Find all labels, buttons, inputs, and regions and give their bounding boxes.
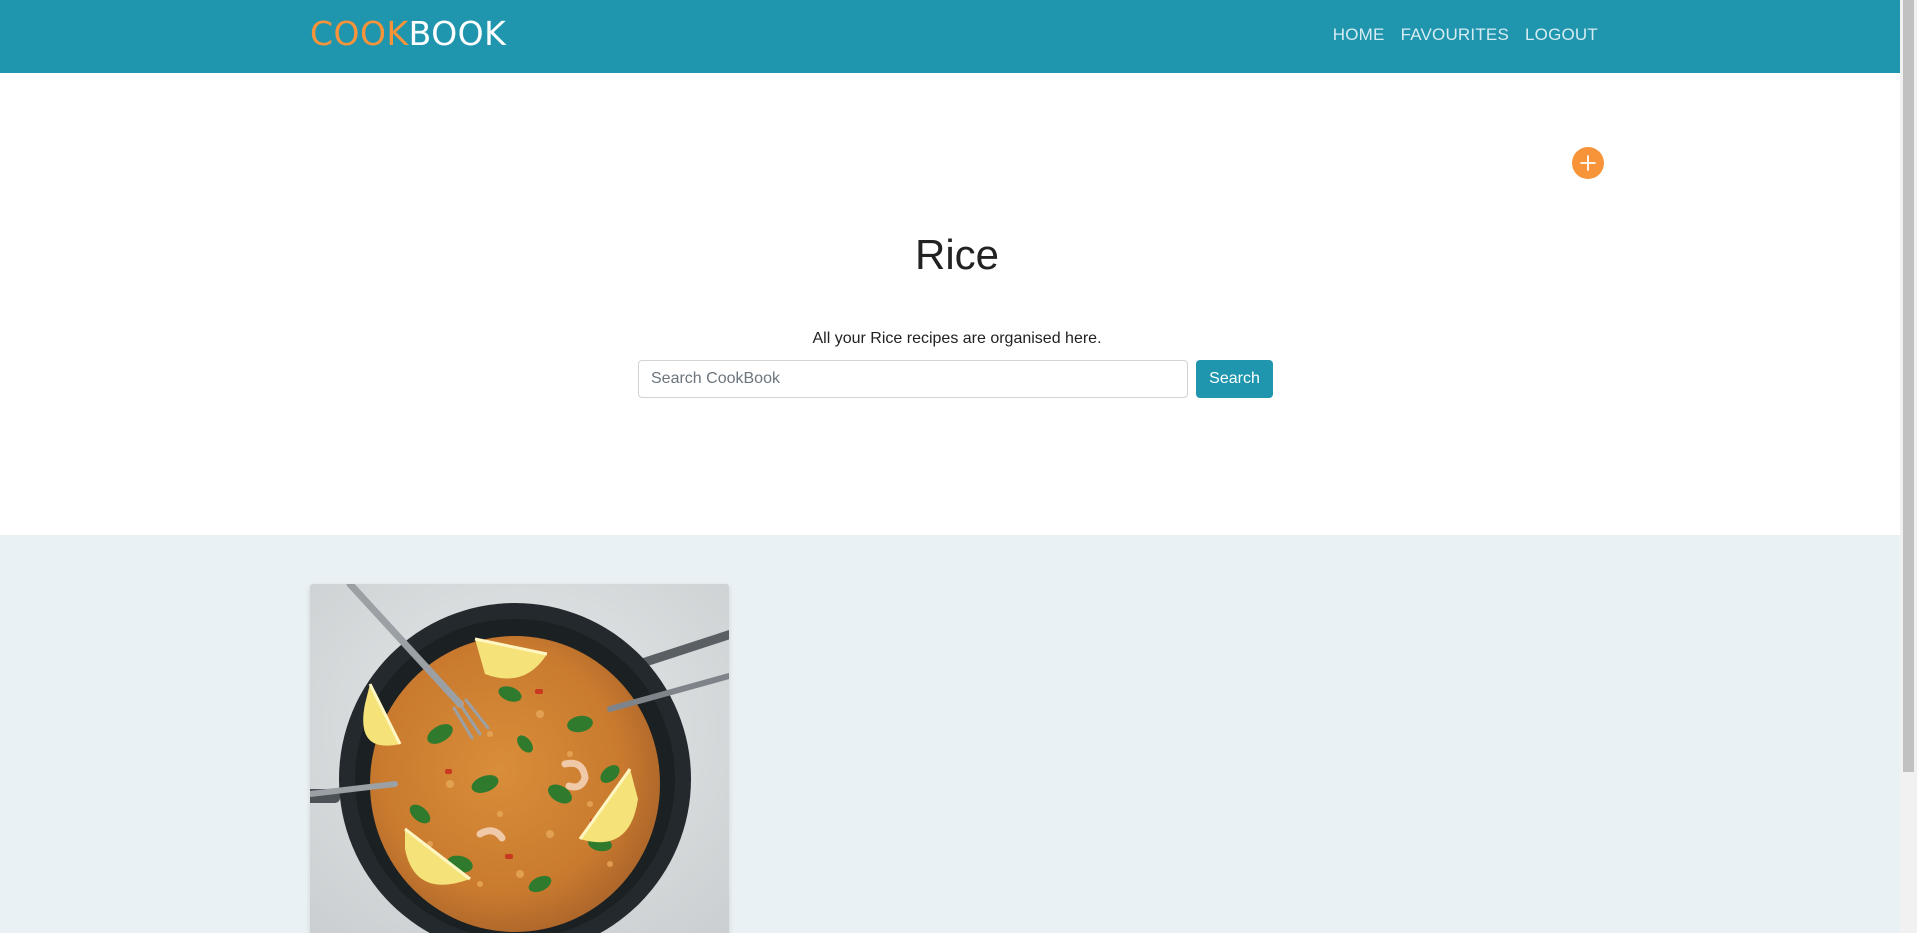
recipe-card[interactable] [310, 584, 729, 933]
search-button[interactable]: Search [1196, 360, 1273, 398]
brand-logo-cook: COOK [310, 14, 409, 53]
nav-link-home[interactable]: HOME [1333, 25, 1385, 45]
page-title: Rice [914, 231, 1000, 278]
page-subtitle: All your Rice recipes are organised here… [812, 330, 1102, 347]
search-form: Search [638, 360, 1273, 398]
scrollbar-thumb[interactable] [1903, 0, 1914, 772]
nav-links: HOME FAVOURITES LOGOUT [1333, 25, 1598, 45]
nav-link-favourites[interactable]: FAVOURITES [1401, 25, 1509, 45]
page: COOKBOOK HOME FAVOURITES LOGOUT Rice All… [0, 0, 1917, 933]
scrollbar-track[interactable] [1900, 0, 1917, 933]
plus-icon [1580, 155, 1596, 171]
paella-dish-photo [310, 584, 729, 933]
recipes-section [0, 535, 1900, 933]
add-recipe-button[interactable] [1572, 147, 1604, 179]
hero-section: Rice All your Rice recipes are organised… [0, 73, 1900, 535]
brand-logo[interactable]: COOKBOOK [310, 14, 506, 54]
navbar: COOKBOOK HOME FAVOURITES LOGOUT [0, 0, 1900, 73]
nav-link-logout[interactable]: LOGOUT [1525, 25, 1598, 45]
brand-logo-book: BOOK [408, 14, 507, 53]
search-input[interactable] [638, 360, 1188, 398]
